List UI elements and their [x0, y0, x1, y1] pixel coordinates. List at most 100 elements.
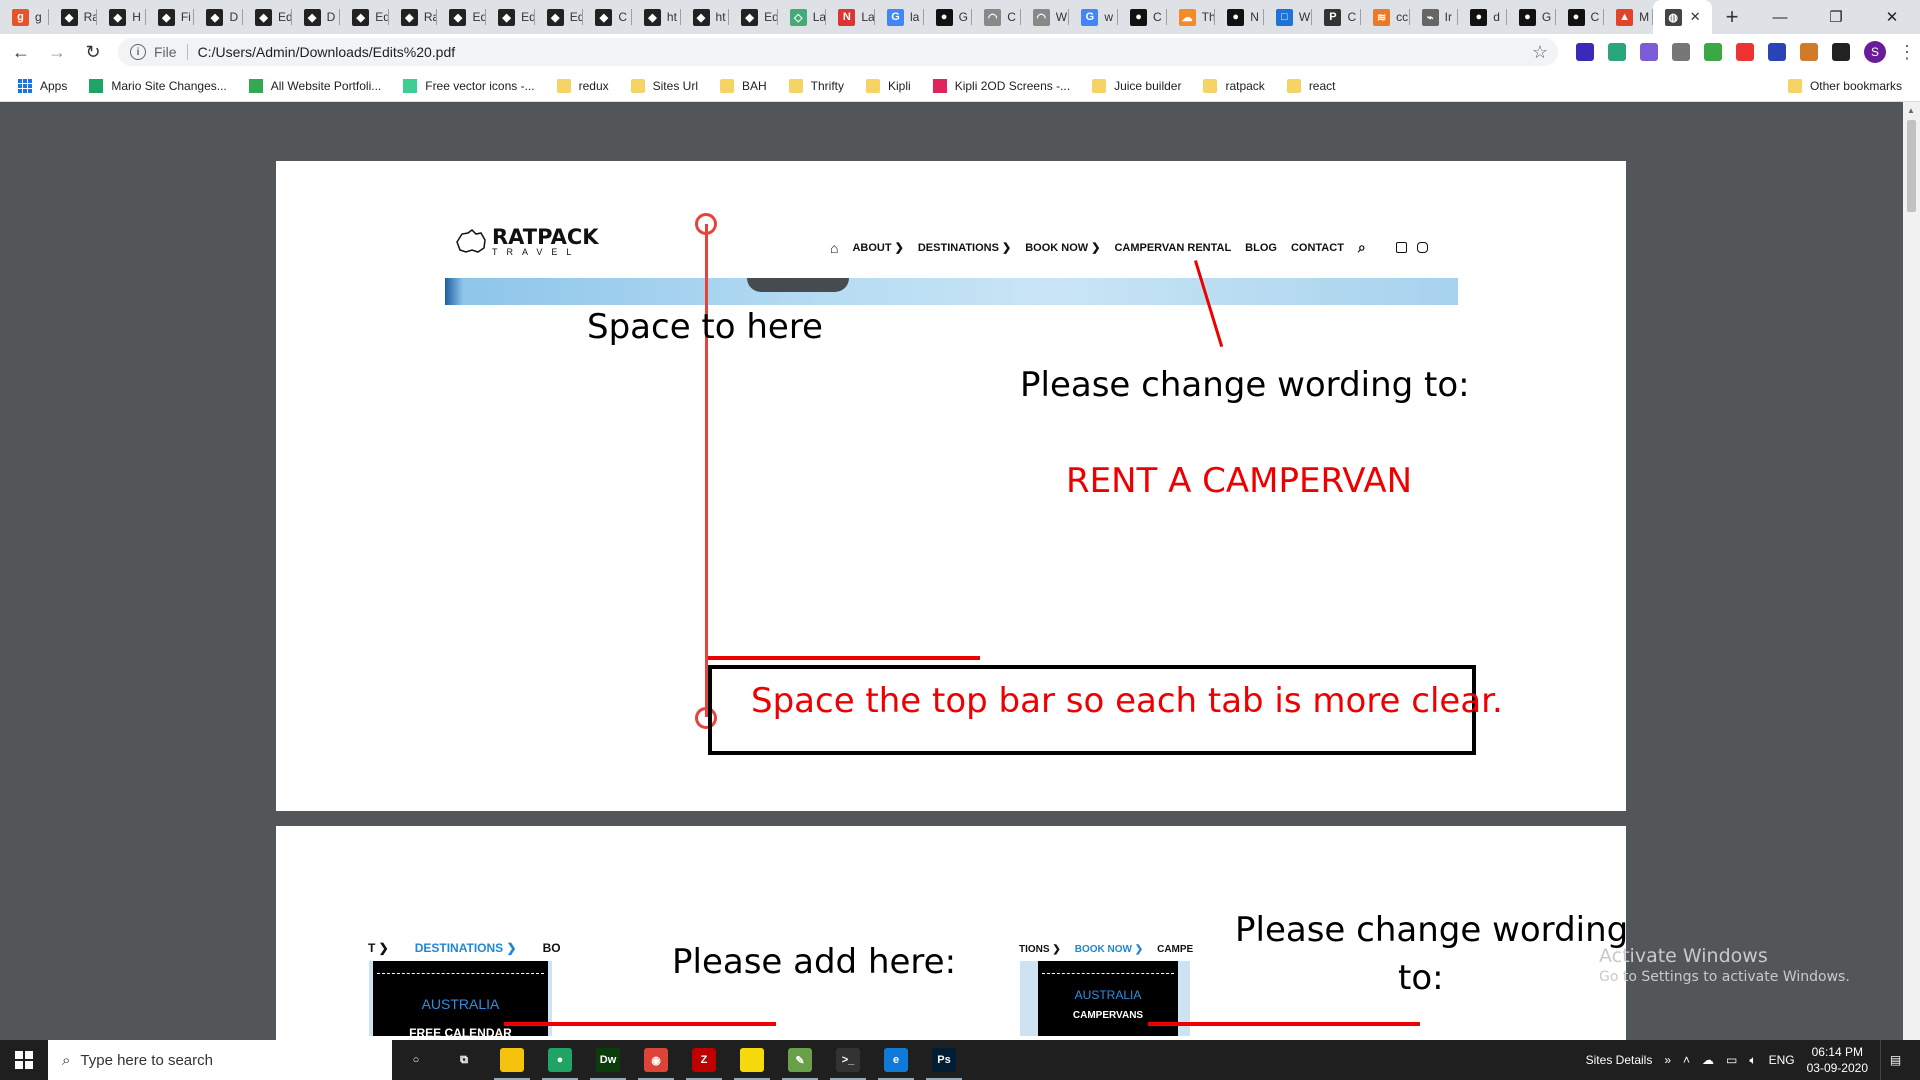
- browser-tab[interactable]: ● G: [924, 0, 973, 34]
- bookmark-item[interactable]: Juice builder: [1088, 78, 1185, 93]
- extension-icon[interactable]: [1672, 43, 1690, 61]
- scroll-up-arrow-icon[interactable]: ▲: [1907, 106, 1915, 115]
- bookmark-apps[interactable]: Apps: [14, 78, 71, 93]
- address-bar[interactable]: i File C:/Users/Admin/Downloads/Edits%20…: [118, 38, 1558, 66]
- taskbar-app-edge[interactable]: e: [872, 1040, 920, 1080]
- bookmark-star-icon[interactable]: ☆: [1532, 42, 1548, 63]
- browser-tab[interactable]: ◆ C: [583, 0, 632, 34]
- taskbar-app-sticky-notes[interactable]: [728, 1040, 776, 1080]
- tray-overflow-icon[interactable]: »: [1664, 1053, 1671, 1067]
- reload-button[interactable]: ↻: [78, 37, 108, 67]
- chevron-up-icon[interactable]: ˄: [1683, 1053, 1690, 1067]
- site-info-icon[interactable]: i: [130, 44, 146, 60]
- browser-menu-icon[interactable]: ⋮: [1898, 42, 1916, 63]
- back-button[interactable]: ←: [6, 37, 36, 67]
- notification-center-icon[interactable]: ▤: [1880, 1040, 1910, 1080]
- taskbar-app-photoshop[interactable]: Ps: [920, 1040, 968, 1080]
- browser-tab[interactable]: ▲ M: [1604, 0, 1653, 34]
- bookmark-item[interactable]: react: [1283, 78, 1340, 93]
- browser-tab[interactable]: ◆ Ed: [340, 0, 389, 34]
- browser-tab[interactable]: ◠ C: [972, 0, 1021, 34]
- tab-favicon-icon: P: [1324, 8, 1342, 26]
- browser-tab[interactable]: ◆ ht: [632, 0, 681, 34]
- extension-icon[interactable]: [1736, 43, 1754, 61]
- close-window-button[interactable]: ✕: [1864, 0, 1920, 34]
- taskbar-app-filezilla[interactable]: Z: [680, 1040, 728, 1080]
- taskbar-app-green-app[interactable]: ●: [536, 1040, 584, 1080]
- browser-tab[interactable]: Gw: [1069, 0, 1118, 34]
- browser-tab[interactable]: ◆ Ra: [389, 0, 437, 34]
- browser-tab[interactable]: PC: [1312, 0, 1361, 34]
- browser-tab[interactable]: ◆ Ed: [437, 0, 486, 34]
- browser-tab[interactable]: ◆ D: [292, 0, 341, 34]
- forward-button[interactable]: →: [42, 37, 72, 67]
- extension-icon[interactable]: [1832, 43, 1850, 61]
- extension-icon[interactable]: [1768, 43, 1786, 61]
- browser-tab[interactable]: ◆ Ed: [535, 0, 583, 34]
- browser-tab[interactable]: ☁ Th: [1167, 0, 1215, 34]
- browser-tab[interactable]: ◆ Ed: [729, 0, 778, 34]
- browser-tab[interactable]: N La: [826, 0, 875, 34]
- other-bookmarks[interactable]: Other bookmarks: [1784, 78, 1906, 93]
- browser-tab[interactable]: ◆ Ra: [49, 0, 97, 34]
- browser-tab[interactable]: ◠ W: [1021, 0, 1070, 34]
- clock[interactable]: 06:14 PM 03-09-2020: [1807, 1044, 1868, 1076]
- browser-tab[interactable]: ● C: [1556, 0, 1605, 34]
- minimize-button[interactable]: —: [1752, 0, 1808, 34]
- browser-tab[interactable]: ≋ cc: [1361, 0, 1410, 34]
- taskbar-search-box[interactable]: ⌕ Type here to search: [48, 1040, 392, 1080]
- taskbar-app-cortana[interactable]: ○: [392, 1040, 440, 1080]
- network-icon[interactable]: ▭: [1726, 1053, 1737, 1067]
- taskbar-app-task-view[interactable]: ⧉: [440, 1040, 488, 1080]
- bookmark-item[interactable]: Kipli 2OD Screens -...: [929, 78, 1074, 93]
- taskbar-app-file-explorer[interactable]: [488, 1040, 536, 1080]
- browser-tab[interactable]: ◆ H: [97, 0, 146, 34]
- tray-sites-details[interactable]: Sites Details: [1586, 1053, 1653, 1067]
- browser-tab[interactable]: ◆ D: [194, 0, 243, 34]
- url-text[interactable]: C:/Users/Admin/Downloads/Edits%20.pdf: [198, 44, 456, 60]
- start-button[interactable]: [0, 1040, 48, 1080]
- browser-tab[interactable]: ◇ La: [778, 0, 827, 34]
- browser-tab[interactable]: □ W: [1264, 0, 1313, 34]
- taskbar-app-terminal[interactable]: >_: [824, 1040, 872, 1080]
- bookmark-item[interactable]: BAH: [716, 78, 771, 93]
- pdf-viewer[interactable]: RATPACK TRAVEL ⌂ ABOUT ❯ DESTINATIONS ❯ …: [0, 102, 1920, 1040]
- new-tab-button[interactable]: +: [1712, 0, 1752, 34]
- browser-tab[interactable]: ⌁ Ir: [1410, 0, 1459, 34]
- browser-tab[interactable]: ● d: [1458, 0, 1507, 34]
- volume-icon[interactable]: 🔈︎: [1749, 1053, 1756, 1068]
- extension-icon[interactable]: [1704, 43, 1722, 61]
- close-tab-icon[interactable]: ✕: [1690, 9, 1701, 25]
- browser-tab[interactable]: ● C: [1118, 0, 1167, 34]
- bookmark-item[interactable]: redux: [553, 78, 613, 93]
- taskbar-app-dreamweaver[interactable]: Dw: [584, 1040, 632, 1080]
- extension-icon[interactable]: [1608, 43, 1626, 61]
- restore-button[interactable]: ❐: [1808, 0, 1864, 34]
- vertical-scrollbar[interactable]: ▲: [1903, 102, 1920, 1040]
- profile-avatar[interactable]: S: [1864, 41, 1886, 63]
- scrollbar-thumb[interactable]: [1907, 120, 1916, 212]
- extension-icon[interactable]: [1576, 43, 1594, 61]
- browser-tab[interactable]: ◆ Fi: [146, 0, 195, 34]
- browser-tab[interactable]: ◆ Ed: [243, 0, 292, 34]
- taskbar-app-notepad[interactable]: ✎: [776, 1040, 824, 1080]
- extension-icon[interactable]: [1800, 43, 1818, 61]
- bookmark-item[interactable]: Mario Site Changes...: [85, 78, 230, 93]
- browser-tab[interactable]: ● G: [1507, 0, 1556, 34]
- cloud-icon[interactable]: ☁: [1702, 1053, 1714, 1067]
- bookmark-item[interactable]: All Website Portfoli...: [245, 78, 385, 93]
- browser-tab[interactable]: ◆ Ed: [486, 0, 535, 34]
- browser-tab[interactable]: gg: [0, 0, 49, 34]
- bookmark-item[interactable]: Free vector icons -...: [399, 78, 538, 93]
- browser-tab[interactable]: ● N: [1215, 0, 1264, 34]
- language-indicator[interactable]: ENG: [1769, 1053, 1795, 1067]
- active-browser-tab[interactable]: ◍ ✕: [1652, 0, 1713, 34]
- bookmark-item[interactable]: Kipli: [862, 78, 915, 93]
- taskbar-app-chrome[interactable]: ◉: [632, 1040, 680, 1080]
- bookmark-item[interactable]: ratpack: [1199, 78, 1268, 93]
- bookmark-item[interactable]: Sites Url: [627, 78, 702, 93]
- browser-tab[interactable]: ◆ ht: [681, 0, 730, 34]
- bookmark-item[interactable]: Thrifty: [785, 78, 848, 93]
- browser-tab[interactable]: Gla: [875, 0, 924, 34]
- extension-icon[interactable]: [1640, 43, 1658, 61]
